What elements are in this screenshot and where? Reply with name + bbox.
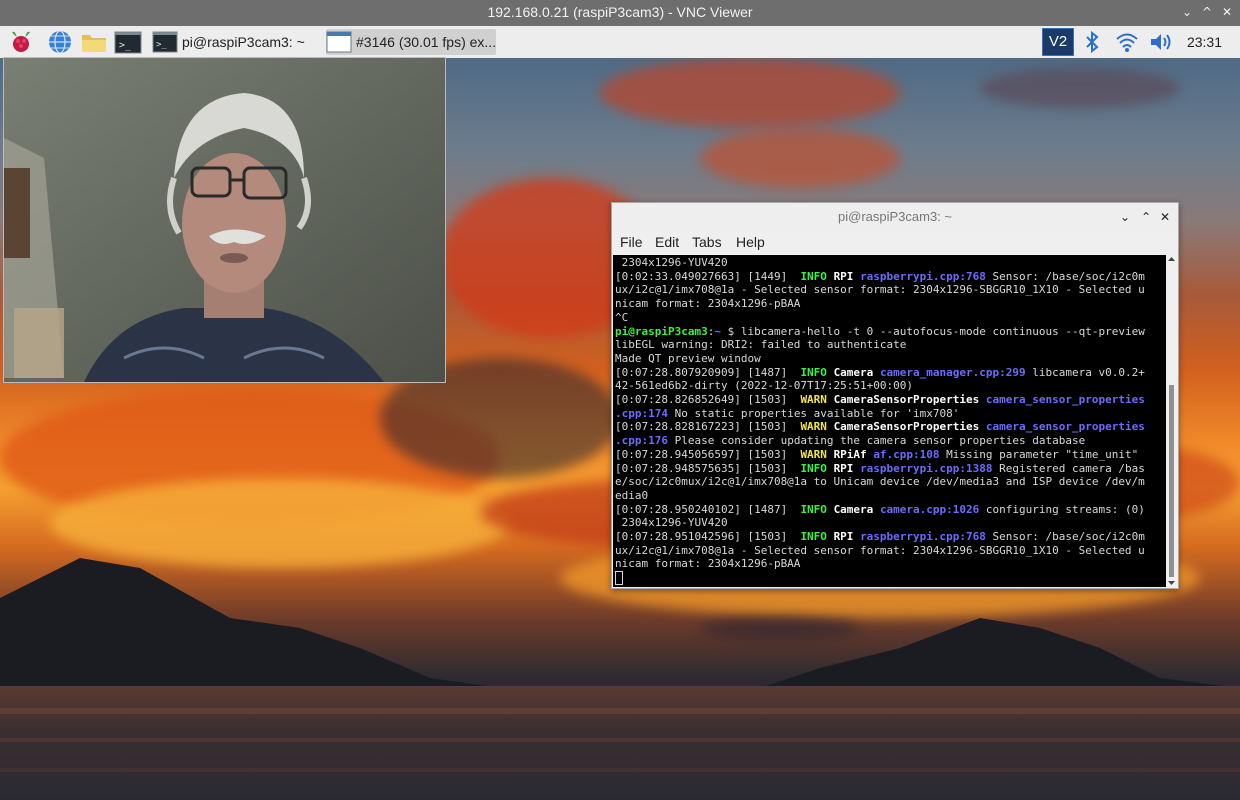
- terminal-minimize-button[interactable]: ⌄: [1117, 209, 1133, 225]
- vnc-close-button[interactable]: ✕: [1218, 3, 1236, 21]
- vnc-server-tray-icon[interactable]: V2: [1042, 28, 1074, 56]
- terminal-line: ux/i2c@1/imx708@1a - Selected sensor for…: [615, 283, 1145, 297]
- terminal-line: nicam format: 2304x1296-pBAA: [615, 297, 801, 311]
- taskbar-item-label: #3146 (30.01 fps) ex...: [356, 34, 496, 50]
- terminal-line: ^C: [615, 310, 629, 324]
- terminal-menubar: File Edit Tabs Help: [612, 231, 1178, 255]
- terminal-line: edia0: [615, 488, 649, 502]
- vnc-viewer-titlebar[interactable]: 192.168.0.21 (raspiP3cam3) - VNC Viewer …: [0, 0, 1240, 26]
- terminal-line: 2304x1296-YUV420: [615, 516, 728, 530]
- web-browser-icon[interactable]: [46, 29, 74, 55]
- terminal-icon: >_: [152, 31, 178, 53]
- terminal-output[interactable]: 2304x1296-YUV420 [0:02:33.049027663] [144…: [613, 255, 1166, 587]
- raspberry-menu-icon[interactable]: [7, 29, 35, 55]
- volume-icon[interactable]: [1148, 30, 1174, 54]
- terminal-line: nicam format: 2304x1296-pBAA: [615, 557, 801, 571]
- terminal-close-button[interactable]: ✕: [1157, 209, 1173, 225]
- terminal-line: Made QT preview window: [615, 351, 761, 365]
- menu-tabs[interactable]: Tabs: [692, 234, 722, 250]
- terminal-line: [0:07:28.807920909] [1487] INFO Camera c…: [615, 365, 1145, 379]
- svg-text:>_: >_: [119, 40, 132, 51]
- taskbar-panel: >_ >_ pi@raspiP3cam3: ~ #3146 (30.01 fps…: [0, 26, 1240, 59]
- taskbar-item-camera-preview[interactable]: #3146 (30.01 fps) ex...: [326, 29, 496, 55]
- terminal-line: [0:02:33.049027663] [1449] INFO RPI rasp…: [615, 269, 1145, 283]
- terminal-line: [0:07:28.951042596] [1503] INFO RPI rasp…: [615, 530, 1145, 544]
- terminal-scrollbar[interactable]: [1166, 255, 1177, 587]
- terminal-line: pi@raspiP3cam3:~ $ libcamera-hello -t 0 …: [615, 324, 1145, 338]
- terminal-line: e/soc/i2c0mux/i2c@1/imx708@1a to Unicam …: [615, 475, 1145, 489]
- terminal-line: [0:07:28.826852649] [1503] WARN CameraSe…: [615, 393, 1145, 407]
- vnc-tray-label: V2: [1048, 33, 1068, 50]
- terminal-line: .cpp:176 Please consider updating the ca…: [615, 434, 1086, 448]
- menu-edit[interactable]: Edit: [655, 234, 679, 250]
- terminal-icon[interactable]: >_: [114, 29, 142, 55]
- terminal-line: [0:07:28.828167223] [1503] WARN CameraSe…: [615, 420, 1145, 434]
- camera-preview-window-icon: [326, 31, 352, 53]
- taskbar-item-terminal[interactable]: >_ pi@raspiP3cam3: ~: [152, 29, 322, 55]
- camera-preview-window[interactable]: [3, 57, 446, 383]
- wifi-icon[interactable]: [1114, 30, 1140, 54]
- terminal-line: [0:07:28.948575635] [1503] INFO RPI rasp…: [615, 461, 1145, 475]
- vnc-maximize-button[interactable]: ^: [1198, 3, 1216, 21]
- taskbar-item-label: pi@raspiP3cam3: ~: [182, 34, 305, 50]
- terminal-maximize-button[interactable]: ⌃: [1138, 209, 1154, 225]
- terminal-cursor: [615, 571, 623, 586]
- terminal-titlebar[interactable]: pi@raspiP3cam3: ~ ⌄ ⌃ ✕: [612, 203, 1178, 231]
- terminal-window[interactable]: pi@raspiP3cam3: ~ ⌄ ⌃ ✕ File Edit Tabs H…: [611, 202, 1179, 589]
- panel-clock[interactable]: 23:31: [1187, 34, 1222, 50]
- camera-preview-person-image: [4, 58, 445, 382]
- terminal-line: libEGL warning: DRI2: failed to authenti…: [615, 338, 907, 352]
- menu-file[interactable]: File: [620, 234, 643, 250]
- file-manager-icon[interactable]: [80, 29, 108, 55]
- terminal-line: 2304x1296-YUV420: [615, 256, 728, 269]
- terminal-line: ux/i2c@1/imx708@1a - Selected sensor for…: [615, 543, 1145, 557]
- bluetooth-icon[interactable]: [1082, 30, 1102, 54]
- terminal-line: [0:07:28.950240102] [1487] INFO Camera c…: [615, 502, 1145, 516]
- terminal-line: .cpp:174 No static properties available …: [615, 406, 960, 420]
- terminal-line: 42-561ed6b2-dirty (2022-12-07T17:25:51+0…: [615, 379, 914, 393]
- vnc-window-title: 192.168.0.21 (raspiP3cam3) - VNC Viewer: [487, 4, 753, 20]
- terminal-output-lines: 2304x1296-YUV420 [0:02:33.049027663] [144…: [613, 255, 1166, 587]
- terminal-line: [0:07:28.945056597] [1503] WARN RPiAf af…: [615, 447, 1139, 461]
- terminal-window-title: pi@raspiP3cam3: ~: [838, 209, 952, 224]
- vnc-minimize-button[interactable]: ⌄: [1178, 3, 1196, 21]
- svg-text:>_: >_: [156, 40, 167, 50]
- menu-help[interactable]: Help: [736, 234, 765, 250]
